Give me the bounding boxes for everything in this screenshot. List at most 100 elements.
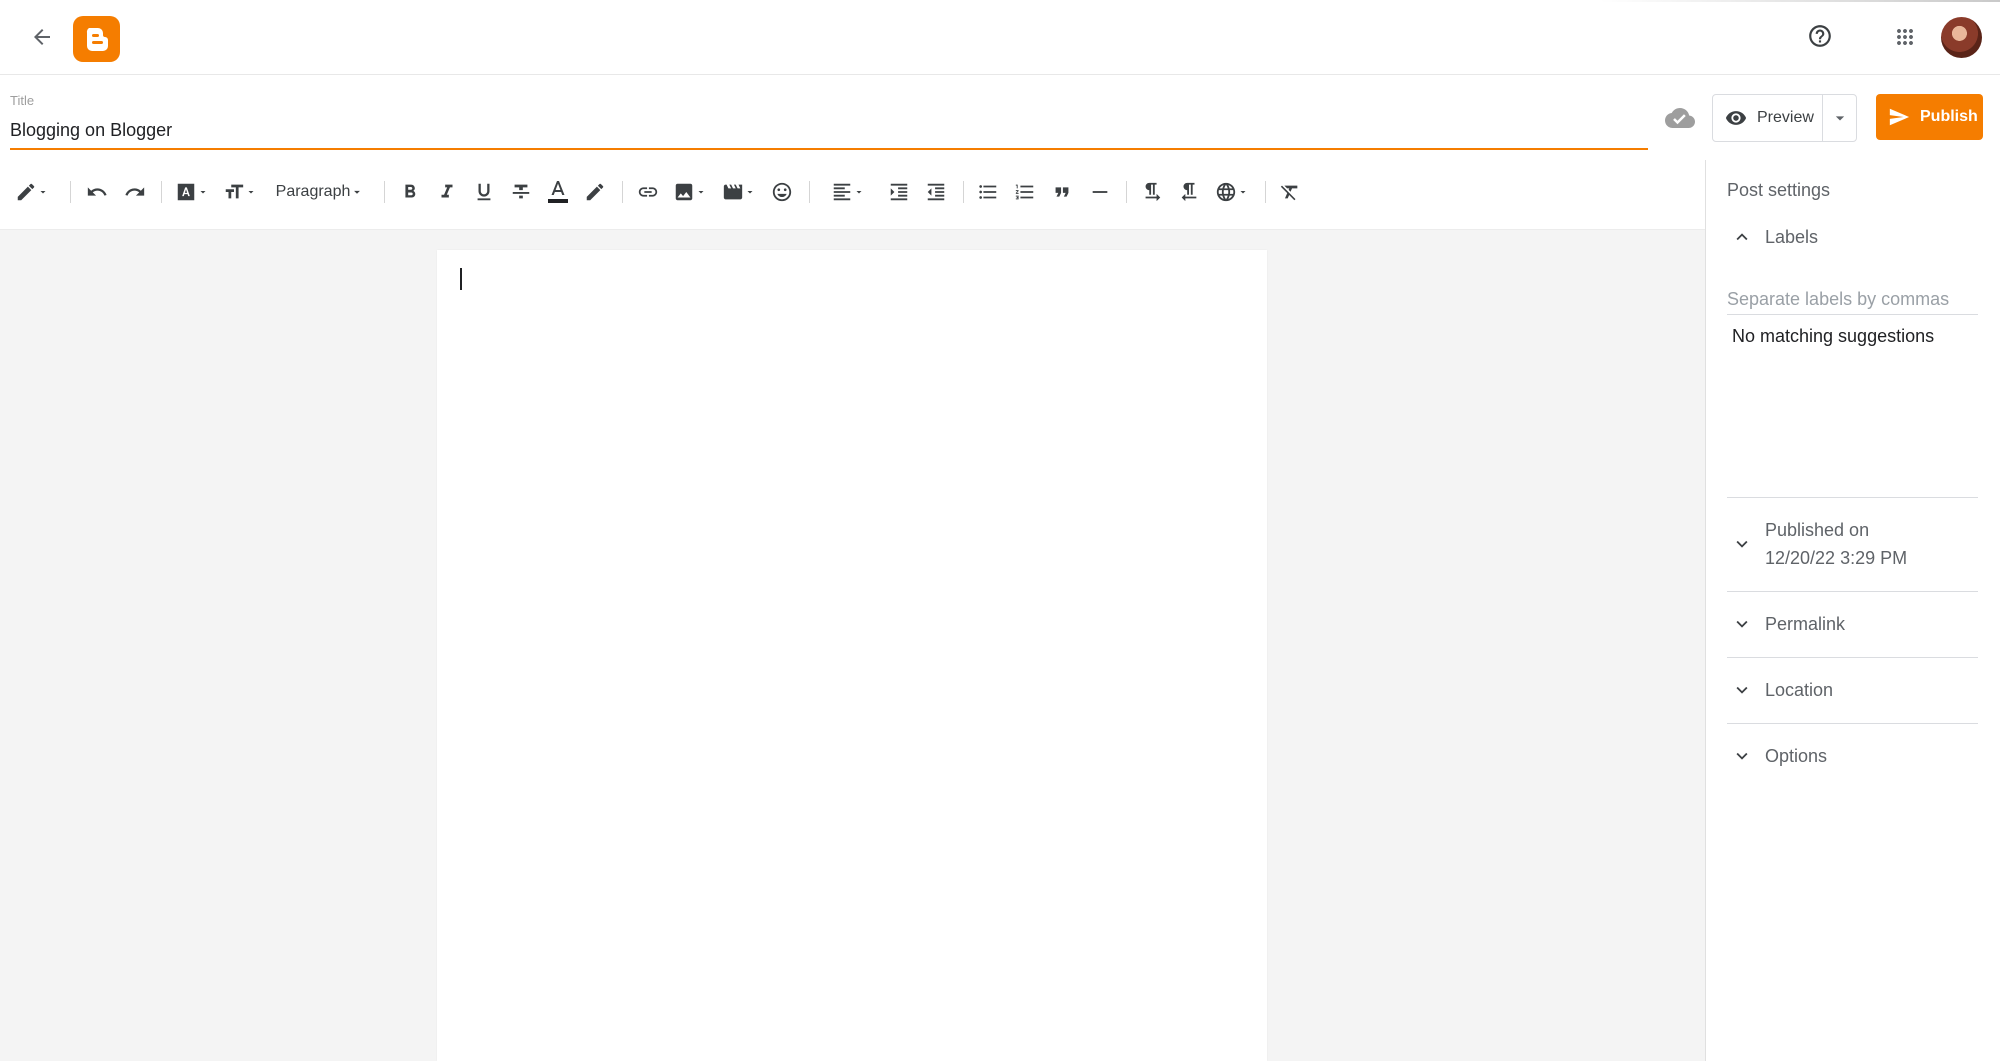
- preview-label: Preview: [1757, 109, 1814, 127]
- bold-button[interactable]: [395, 176, 425, 208]
- text-cursor: [460, 268, 462, 290]
- bulleted-list-button[interactable]: [973, 176, 1003, 208]
- quote-icon: [1051, 181, 1073, 203]
- ltr-direction-button[interactable]: [1137, 176, 1167, 208]
- alignment-dropdown[interactable]: [828, 176, 868, 208]
- clear-formatting-button[interactable]: [1275, 176, 1305, 208]
- strikethrough-button[interactable]: [506, 176, 536, 208]
- quote-button[interactable]: [1047, 176, 1077, 208]
- post-body-editor[interactable]: [437, 250, 1267, 1061]
- publish-label: Publish: [1920, 108, 1978, 126]
- location-section-title: Location: [1765, 676, 1833, 704]
- caret-down-icon: [37, 186, 49, 198]
- highlighter-icon: [584, 181, 606, 203]
- outdent-button[interactable]: [921, 176, 951, 208]
- align-left-icon: [831, 181, 853, 203]
- redo-button[interactable]: [120, 176, 150, 208]
- link-icon: [637, 181, 659, 203]
- permalink-section-title: Permalink: [1765, 610, 1845, 638]
- caret-down-icon: [695, 186, 707, 198]
- chevron-down-icon: [1727, 533, 1757, 555]
- permalink-section-header[interactable]: Permalink: [1727, 610, 1978, 638]
- preview-dropdown-button[interactable]: [1823, 95, 1856, 141]
- language-dropdown[interactable]: [1212, 176, 1252, 208]
- image-icon: [673, 181, 695, 203]
- labels-section-header[interactable]: Labels: [1727, 223, 1978, 251]
- published-section-header[interactable]: Published on 12/20/22 3:29 PM: [1727, 516, 1978, 572]
- title-input[interactable]: [10, 120, 1648, 141]
- published-section-title: Published on 12/20/22 3:29 PM: [1765, 516, 1907, 572]
- caret-down-icon: [350, 185, 364, 199]
- horizontal-rule-button[interactable]: [1085, 176, 1115, 208]
- toolbar-separator: [1265, 181, 1266, 203]
- blogger-b-icon: [82, 24, 112, 54]
- apps-grid-icon: [1893, 25, 1917, 49]
- globe-icon: [1215, 181, 1237, 203]
- section-divider: [1727, 591, 1978, 592]
- font-dropdown[interactable]: [174, 176, 210, 208]
- labels-input[interactable]: [1727, 285, 1978, 315]
- toolbar-separator: [161, 181, 162, 203]
- published-date: 12/20/22 3:29 PM: [1765, 544, 1907, 572]
- publish-button[interactable]: Publish: [1876, 94, 1983, 140]
- text-color-button[interactable]: [543, 176, 573, 208]
- caret-down-icon: [197, 186, 209, 198]
- caret-down-icon: [245, 186, 257, 198]
- toolbar-separator: [70, 181, 71, 203]
- chevron-down-icon: [1727, 745, 1757, 767]
- undo-button[interactable]: [82, 176, 112, 208]
- account-avatar[interactable]: [1941, 17, 1982, 58]
- caret-down-icon: [1830, 108, 1850, 128]
- text-size-icon: [223, 181, 245, 203]
- compose-mode-dropdown[interactable]: [10, 176, 54, 208]
- bulleted-list-icon: [977, 181, 999, 203]
- insert-emoji-button[interactable]: [767, 176, 797, 208]
- chevron-up-icon: [1727, 226, 1757, 248]
- chevron-down-icon: [1727, 613, 1757, 635]
- caret-down-icon: [1237, 186, 1249, 198]
- send-icon: [1888, 106, 1910, 128]
- caret-down-icon: [744, 186, 756, 198]
- toolbar-separator: [384, 181, 385, 203]
- paragraph-style-dropdown[interactable]: Paragraph: [270, 176, 370, 208]
- font-size-dropdown[interactable]: [222, 176, 258, 208]
- location-section-header[interactable]: Location: [1727, 676, 1978, 704]
- toolbar-separator: [809, 181, 810, 203]
- paragraph-style-label: Paragraph: [276, 183, 351, 201]
- text-direction-rtl-icon: [1178, 181, 1200, 203]
- underline-button[interactable]: [469, 176, 499, 208]
- chevron-down-icon: [1727, 679, 1757, 701]
- numbered-list-button[interactable]: [1010, 176, 1040, 208]
- indent-button[interactable]: [884, 176, 914, 208]
- insert-video-dropdown[interactable]: [721, 176, 757, 208]
- save-status-indicator: [1660, 100, 1700, 136]
- blogger-logo[interactable]: [73, 16, 120, 62]
- indent-increase-icon: [888, 181, 910, 203]
- help-button[interactable]: [1797, 16, 1843, 56]
- title-label: Title: [10, 93, 34, 108]
- italic-button[interactable]: [432, 176, 462, 208]
- indent-decrease-icon: [925, 181, 947, 203]
- preview-button[interactable]: Preview: [1713, 95, 1823, 141]
- text-color-icon: [546, 179, 570, 205]
- underline-icon: [473, 181, 495, 203]
- insert-image-dropdown[interactable]: [672, 176, 708, 208]
- top-app-bar: [0, 0, 2000, 75]
- arrow-left-icon: [30, 25, 54, 49]
- toolbar-separator: [963, 181, 964, 203]
- back-button[interactable]: [20, 17, 64, 57]
- rtl-direction-button[interactable]: [1174, 176, 1204, 208]
- italic-icon: [436, 181, 458, 203]
- labels-section-title: Labels: [1765, 223, 1818, 251]
- emoji-icon: [771, 181, 793, 203]
- options-section-header[interactable]: Options: [1727, 742, 1978, 770]
- section-divider: [1727, 657, 1978, 658]
- title-field: Title: [10, 90, 1648, 150]
- section-divider: [1727, 723, 1978, 724]
- text-direction-ltr-icon: [1141, 181, 1163, 203]
- options-section-title: Options: [1765, 742, 1827, 770]
- highlight-color-button[interactable]: [580, 176, 610, 208]
- post-settings-heading: Post settings: [1727, 180, 1830, 201]
- insert-link-button[interactable]: [633, 176, 663, 208]
- apps-button[interactable]: [1882, 16, 1928, 58]
